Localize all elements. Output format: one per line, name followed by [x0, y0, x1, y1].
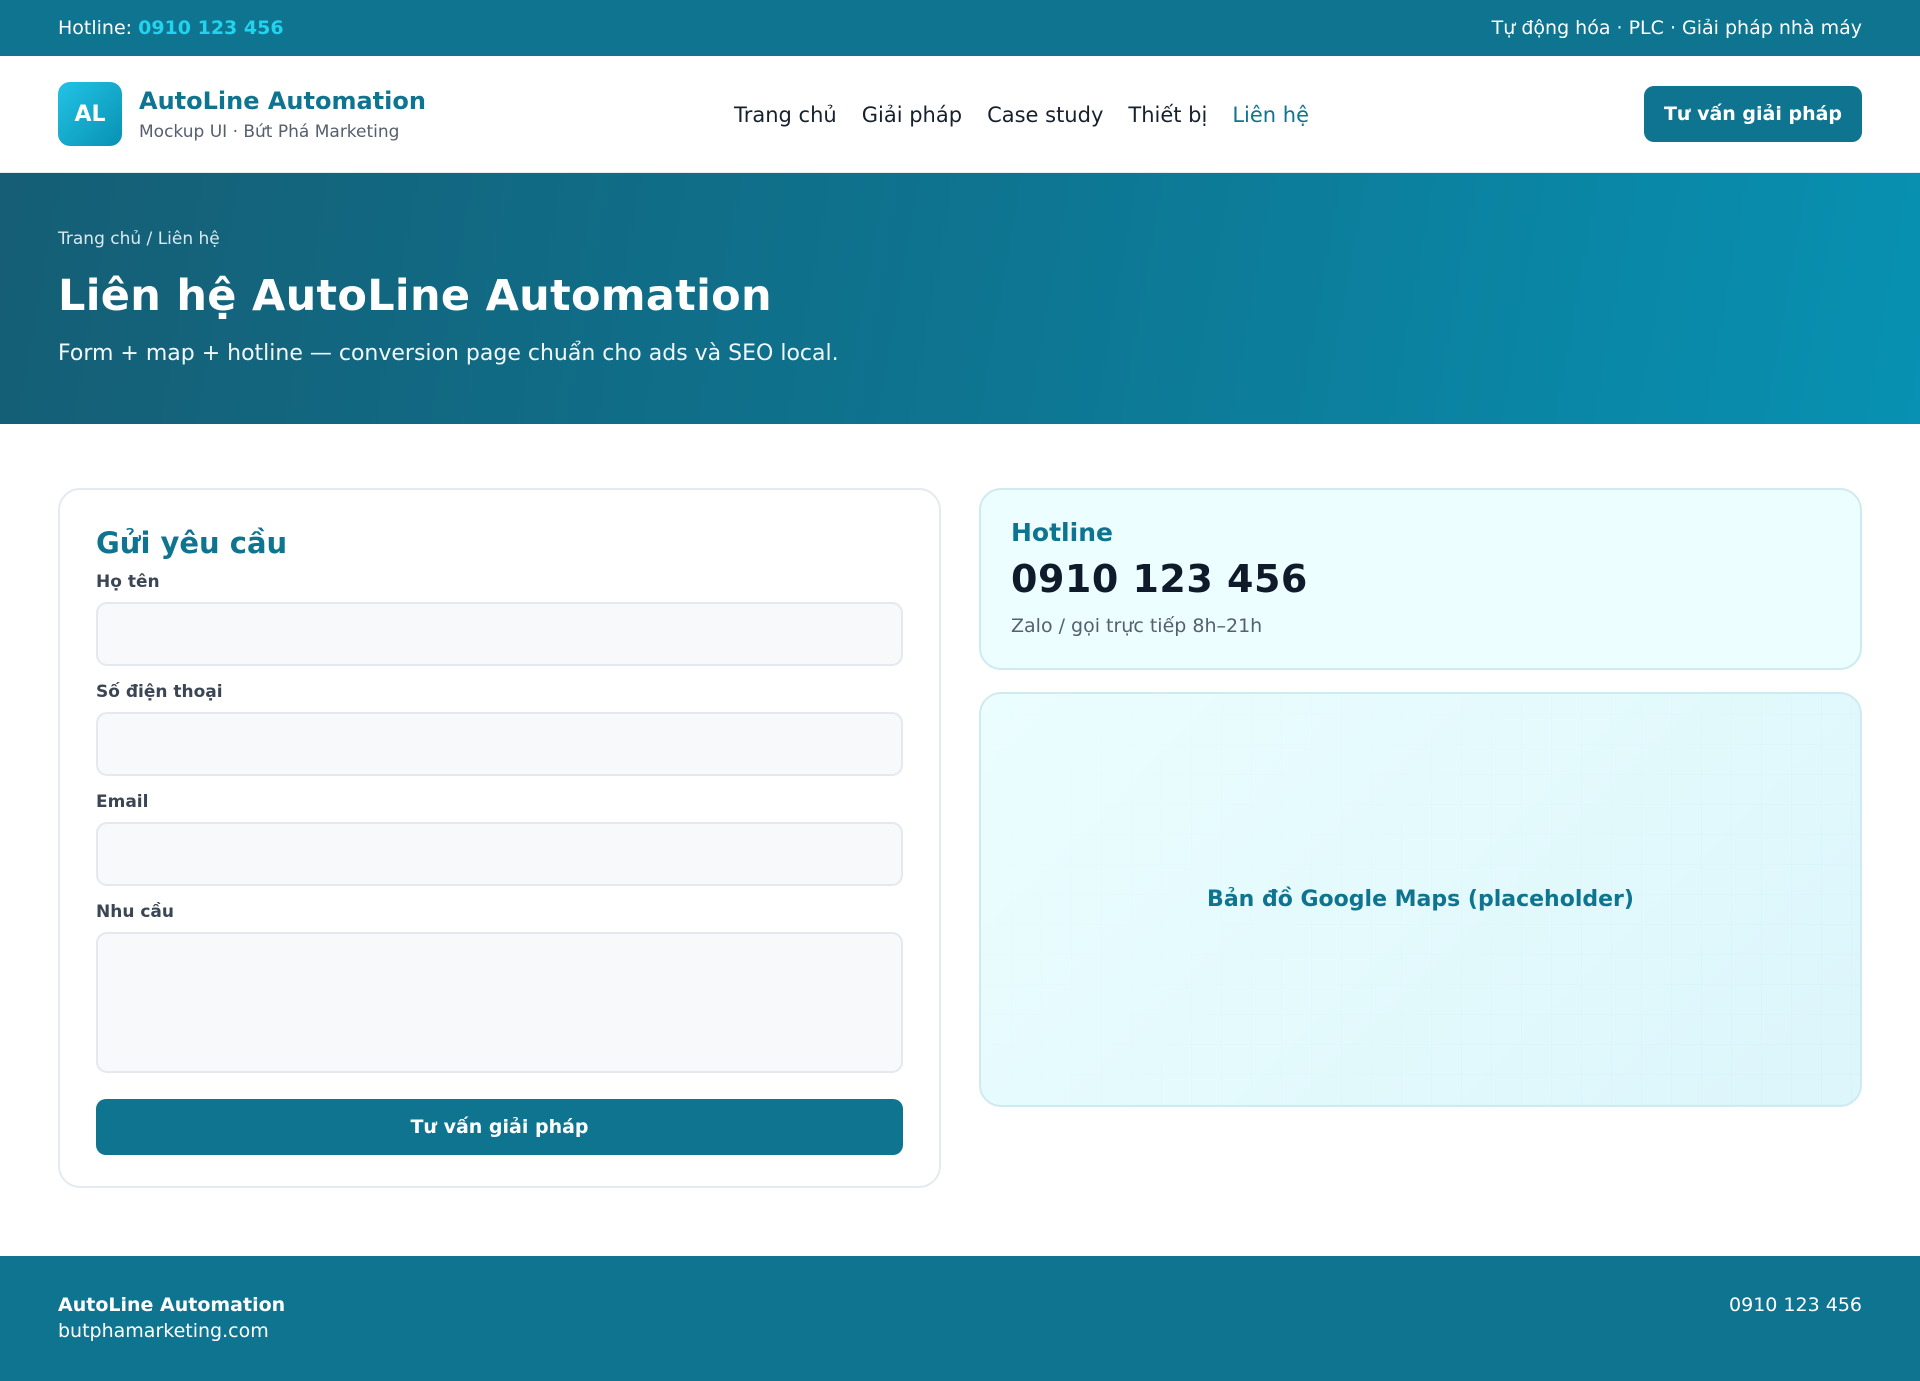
hero-banner: Trang chủ / Liên hệ Liên hệ AutoLine Aut… [0, 173, 1920, 424]
hotline-card-note: Zalo / gọi trực tiếp 8h–21h [1011, 615, 1263, 637]
brand-name: AutoLine Automation [139, 87, 426, 116]
footer-website[interactable]: butphamarketing.com [58, 1320, 285, 1342]
phone-field-label: Số điện thoại [96, 682, 223, 702]
site-header: AL AutoLine Automation Mockup UI · Bứt P… [0, 56, 1920, 173]
email-field[interactable] [96, 822, 903, 886]
hotline-card: Hotline 0910 123 456 Zalo / gọi trực tiế… [979, 488, 1862, 670]
footer-brand-name: AutoLine Automation [58, 1294, 286, 1316]
nav-item-case-study[interactable]: Case study [987, 103, 1103, 127]
phone-field[interactable] [96, 712, 903, 776]
page-subtitle: Form + map + hotline — conversion page c… [58, 341, 839, 366]
map-placeholder[interactable]: Bản đồ Google Maps (placeholder) [979, 692, 1862, 1107]
need-field-label: Nhu cầu [96, 902, 175, 922]
form-title: Gửi yêu cầu [96, 526, 288, 560]
need-textarea[interactable] [96, 932, 903, 1073]
footer-phone[interactable]: 0910 123 456 [1729, 1294, 1862, 1381]
brand-text: AutoLine Automation Mockup UI · Bứt Phá … [139, 86, 426, 141]
brand-subtitle: Mockup UI · Bứt Phá Marketing [139, 121, 400, 142]
main-nav: Trang chủ Giải pháp Case study Thiết bị … [734, 56, 1334, 173]
contact-section: Gửi yêu cầu Họ tên Số điện thoại Email N… [0, 424, 1920, 1254]
nav-item-contact[interactable]: Liên hệ [1232, 103, 1309, 127]
header-cta-button[interactable]: Tư vấn giải pháp [1644, 86, 1862, 142]
topbar-hotline-number[interactable]: 0910 123 456 [138, 17, 283, 39]
footer-brand: AutoLine Automation butphamarketing.com [58, 1294, 285, 1381]
top-bar: Hotline: 0910 123 456 Tự động hóa · PLC … [0, 0, 1920, 56]
topbar-hotline-label: Hotline: [58, 17, 133, 39]
brand[interactable]: AL AutoLine Automation Mockup UI · Bứt P… [58, 82, 426, 146]
topbar-hotline: Hotline: 0910 123 456 [58, 17, 284, 39]
contact-form-card: Gửi yêu cầu Họ tên Số điện thoại Email N… [58, 488, 941, 1188]
brand-logo: AL [58, 82, 122, 146]
nav-item-solutions[interactable]: Giải pháp [862, 103, 962, 127]
submit-button[interactable]: Tư vấn giải pháp [96, 1099, 903, 1155]
breadcrumb: Trang chủ / Liên hệ [58, 229, 220, 249]
site-footer: AutoLine Automation butphamarketing.com … [0, 1256, 1920, 1381]
topbar-tagline: Tự động hóa · PLC · Giải pháp nhà máy [1491, 17, 1862, 39]
name-field-label: Họ tên [96, 572, 160, 592]
page-title: Liên hệ AutoLine Automation [58, 271, 772, 321]
nav-item-home[interactable]: Trang chủ [734, 103, 837, 127]
name-field[interactable] [96, 602, 903, 666]
hotline-card-number[interactable]: 0910 123 456 [1011, 557, 1830, 601]
map-placeholder-label: Bản đồ Google Maps (placeholder) [1207, 887, 1634, 912]
nav-item-equipment[interactable]: Thiết bị [1128, 103, 1207, 127]
email-field-label: Email [96, 792, 149, 812]
hotline-card-title: Hotline [1011, 518, 1113, 547]
